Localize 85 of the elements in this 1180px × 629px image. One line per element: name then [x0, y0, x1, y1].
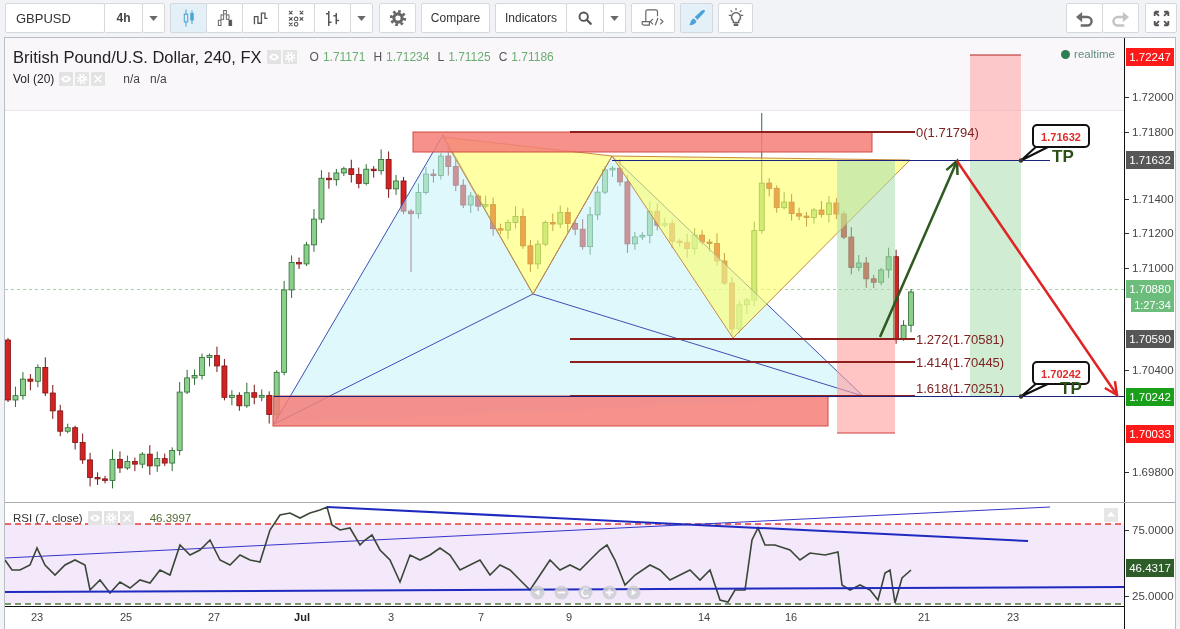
zoom-in-icon[interactable]	[602, 585, 617, 600]
undo-button[interactable]	[1066, 3, 1103, 33]
fib-level-label: 1.272(1.70581)	[916, 331, 1005, 347]
idea-tool-button[interactable]	[718, 3, 753, 33]
status-label: realtime	[1074, 48, 1115, 60]
dropdown-button[interactable]	[603, 3, 626, 33]
take-profit-label: TP	[1060, 379, 1082, 398]
price-tag: 1.72247	[1126, 48, 1174, 66]
chart-title: British Pound/U.S. Dollar, 240, FX	[13, 47, 262, 67]
indicator-value: 46.3997	[149, 512, 192, 524]
zoom-out-icon[interactable]	[554, 585, 569, 600]
ohlc-value: 1.71125	[448, 50, 491, 64]
script-icon[interactable]	[641, 9, 665, 27]
caret-icon[interactable]	[610, 15, 619, 21]
reset-icon[interactable]	[578, 585, 593, 600]
countdown-tag: 1:27:34	[1131, 298, 1174, 312]
script-tool-button[interactable]	[631, 3, 675, 33]
axis-label: 21	[917, 611, 931, 623]
axis-label: 1.72000	[1132, 91, 1174, 103]
axis-label: 1.69800	[1132, 466, 1174, 478]
axis-label: 27	[207, 611, 221, 623]
ohlc-value: 1.71171	[322, 50, 366, 64]
chart-type-button[interactable]	[314, 3, 351, 33]
x-o-grid-icon[interactable]	[287, 9, 306, 27]
axis-label: 25	[119, 611, 133, 623]
price-tag: 1.70242	[1126, 388, 1174, 406]
axis-label: 1.71400	[1132, 193, 1174, 205]
axis-label: 25.0000	[1132, 590, 1174, 602]
axis-label: Jul	[294, 611, 310, 623]
dropdown-button[interactable]	[350, 3, 373, 33]
status-dot-icon	[1061, 49, 1071, 59]
settings-icon[interactable]	[388, 9, 407, 27]
fullscreen-icon[interactable]	[1152, 9, 1170, 27]
indicator-label: RSI (7, close)	[13, 512, 83, 524]
caret-icon[interactable]	[357, 15, 366, 21]
ohlc-label: C	[498, 50, 508, 64]
compare-button[interactable]: Compare	[421, 3, 490, 33]
chart-type-button[interactable]	[278, 3, 315, 33]
price-tag: 1.70033	[1126, 425, 1174, 443]
settings-button[interactable]	[379, 3, 416, 33]
search-icon[interactable]	[578, 11, 592, 25]
fib-level-label: 1.414(1.70445)	[916, 354, 1005, 370]
caret-icon[interactable]	[149, 15, 158, 21]
axis-label: 7	[477, 611, 485, 623]
interval-button[interactable]: 4h	[104, 3, 143, 33]
bulb-icon[interactable]	[726, 8, 745, 28]
dropdown-button[interactable]	[142, 3, 165, 33]
price-tag: 1.71632	[1126, 151, 1174, 169]
axis-label: 23	[30, 611, 44, 623]
scroll-right-icon[interactable]	[626, 585, 641, 600]
axis-label: 3	[387, 611, 395, 623]
step-line-icon[interactable]	[252, 11, 269, 25]
axis-label: 16	[784, 611, 798, 623]
fib-level-label: 1.618(1.70251)	[916, 380, 1005, 396]
axis-label: 9	[565, 611, 573, 623]
symbol-field[interactable]: GBPUSD	[5, 3, 105, 33]
undo-icon[interactable]	[1075, 9, 1094, 27]
axis-label: 1.71800	[1132, 126, 1174, 138]
scroll-left-icon[interactable]	[530, 585, 545, 600]
axis-label: 14	[697, 611, 711, 623]
ohlc-bars-icon[interactable]	[325, 9, 340, 27]
indicators-button[interactable]: Indicators	[495, 3, 567, 33]
indicator-value: n/a	[123, 72, 141, 86]
take-profit-label: TP	[1052, 147, 1074, 166]
axis-label: 23	[1006, 611, 1020, 623]
ohlc-label: H	[373, 50, 383, 64]
axis-label: 1.71200	[1132, 227, 1174, 239]
ohlc-label: O	[309, 50, 319, 64]
chart-type-button[interactable]	[206, 3, 243, 33]
search-button[interactable]	[566, 3, 604, 33]
ohlc-value: 1.71234	[386, 50, 430, 64]
value-tag: 46.4317	[1126, 559, 1174, 577]
price-tag: 1.70590	[1126, 330, 1174, 348]
step-blocks-icon[interactable]	[216, 10, 233, 26]
price-tag: 1.70880	[1126, 280, 1174, 298]
chart-type-button[interactable]	[242, 3, 279, 33]
fullscreen-button[interactable]	[1145, 3, 1177, 33]
fib-level-label: 0(1.71794)	[916, 124, 979, 140]
axis-label: 1.70400	[1132, 364, 1174, 376]
ohlc-label: L	[437, 50, 445, 64]
axis-label: 75.0000	[1132, 524, 1174, 536]
indicator-label: Vol (20)	[13, 72, 55, 86]
axis-label: 1.71000	[1132, 262, 1174, 274]
indicator-value: n/a	[150, 72, 167, 86]
ohlc-value: 1.71186	[511, 50, 554, 64]
